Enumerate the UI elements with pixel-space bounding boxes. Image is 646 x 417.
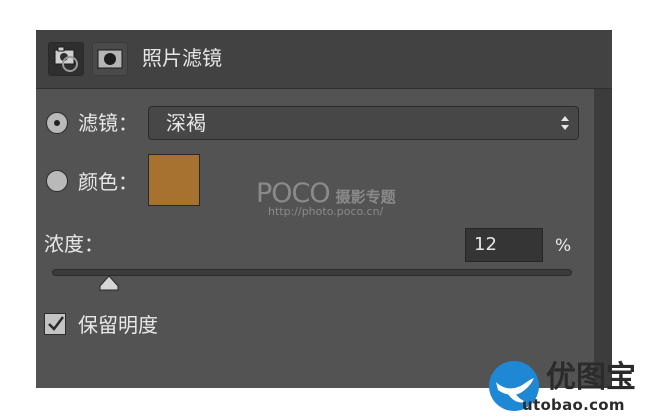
- radio-selected-dot: [54, 120, 60, 126]
- watermark-url: http://photo.poco.cn/: [268, 205, 384, 218]
- density-unit: %: [555, 236, 572, 256]
- poco-watermark: POCO 摄影专题 http://photo.poco.cn/: [256, 180, 396, 218]
- brand-url: utobao.com: [522, 396, 625, 414]
- density-label: 浓度：: [44, 232, 104, 256]
- filter-select-value: 深褐: [166, 111, 206, 135]
- color-swatch[interactable]: [148, 154, 200, 206]
- filter-radio[interactable]: [46, 112, 68, 134]
- color-label: 颜色：: [78, 170, 138, 194]
- brand-name: 优图宝: [546, 360, 636, 395]
- watermark-subtitle: 摄影专题: [335, 188, 396, 206]
- layer-mask-icon[interactable]: [92, 42, 128, 76]
- preserve-luminosity-checkbox[interactable]: [44, 313, 66, 335]
- density-input[interactable]: 12: [465, 228, 543, 262]
- checkmark-icon: [48, 316, 64, 331]
- panel-title: 照片滤镜: [142, 46, 222, 70]
- density-value: 12: [474, 234, 497, 255]
- utobao-brand-logo: 优图宝 utobao.com: [488, 360, 646, 417]
- photo-filter-adjustment-icon[interactable]: [48, 42, 84, 76]
- filter-label: 滤镜：: [78, 111, 138, 135]
- panel-header: 照片滤镜: [36, 30, 612, 89]
- filter-select[interactable]: 深褐: [148, 106, 579, 140]
- properties-panel: 照片滤镜 滤镜： 深褐 颜色： POCO 摄影专题 http://photo.po…: [36, 30, 612, 388]
- select-updown-arrow-icon: [561, 116, 569, 130]
- density-slider-thumb[interactable]: [99, 275, 119, 291]
- color-radio[interactable]: [46, 170, 68, 192]
- density-slider-track[interactable]: [52, 269, 572, 276]
- preserve-luminosity-label: 保留明度: [78, 313, 158, 337]
- panel-scrollbar[interactable]: [594, 89, 612, 388]
